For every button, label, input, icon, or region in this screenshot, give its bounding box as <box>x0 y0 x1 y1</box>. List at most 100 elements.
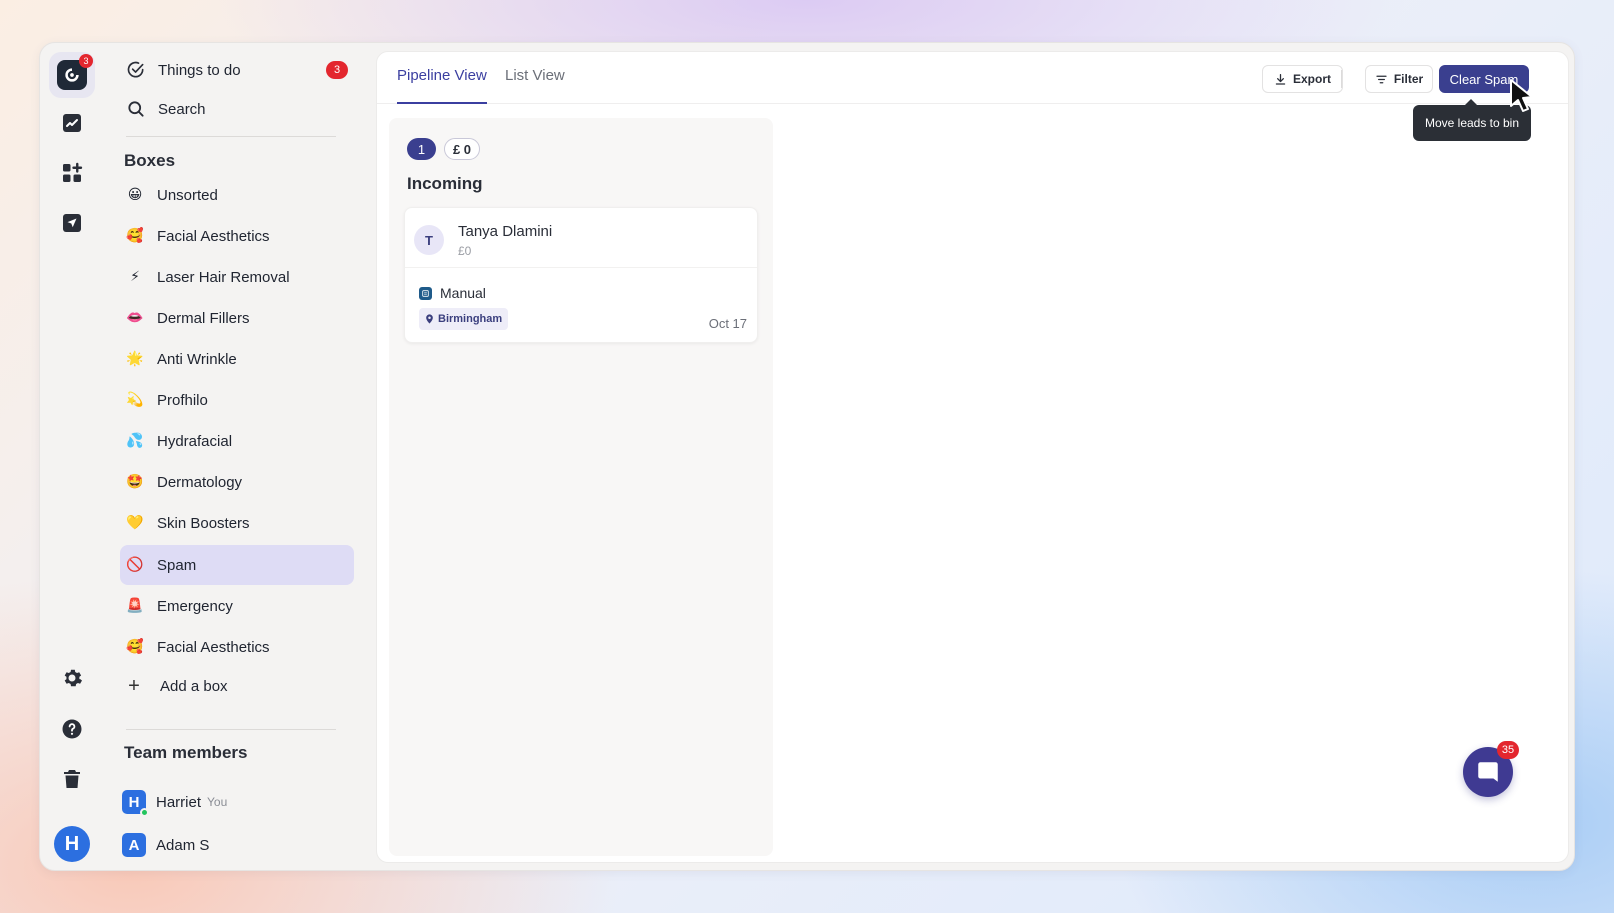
prohibited-icon: 🚫 <box>126 557 144 573</box>
todo-count-badge: 3 <box>326 61 348 79</box>
boxes-title: Boxes <box>124 151 176 170</box>
sidebar: Things to do 3 Search Boxes 😀 Unsorted 🥰… <box>116 43 392 870</box>
analytics-button[interactable] <box>49 100 95 146</box>
app-logo-icon: 3 <box>57 54 93 90</box>
chat-bubble-icon <box>1478 762 1498 782</box>
box-item-anti-wrinkle[interactable]: 🌟 Anti Wrinkle <box>120 339 354 379</box>
filter-button[interactable]: Filter <box>1365 65 1433 93</box>
box-label: Anti Wrinkle <box>157 350 237 368</box>
team-member-harriet[interactable]: H Harriet You <box>122 788 228 817</box>
things-to-do-label: Things to do <box>158 61 241 79</box>
chart-icon <box>63 114 81 132</box>
logo-badge: 3 <box>79 54 93 68</box>
check-circle-icon <box>127 61 144 78</box>
trash-icon <box>64 770 80 788</box>
team-members-title: Team members <box>124 743 248 762</box>
box-item-emergency[interactable]: 🚨 Emergency <box>120 586 354 626</box>
search-icon <box>128 101 144 117</box>
lead-source: Manual <box>419 285 486 301</box>
add-box-button[interactable]: + Add a box <box>124 671 228 701</box>
lead-card[interactable]: T Tanya Dlamini £0 Manual Birmingham Oct… <box>404 207 758 343</box>
filter-label: Filter <box>1393 72 1424 86</box>
box-item-dermal-fillers[interactable]: 👄 Dermal Fillers <box>120 298 354 338</box>
apps-icon <box>63 162 83 182</box>
box-label: Dermatology <box>157 473 243 491</box>
lead-date: Oct 17 <box>708 316 747 331</box>
search-link[interactable]: Search <box>126 92 348 126</box>
dizzy-icon: 💫 <box>126 392 144 408</box>
plus-icon: + <box>128 674 140 697</box>
team-member-adam[interactable]: A Adam S <box>122 831 209 859</box>
add-box-label: Add a box <box>160 677 228 695</box>
box-item-laser-hair-removal[interactable]: ⚡ Laser Hair Removal <box>120 257 354 297</box>
app-logo-button[interactable]: 3 <box>49 52 95 98</box>
help-icon <box>62 719 82 739</box>
export-button[interactable]: Export <box>1262 65 1343 93</box>
lips-icon: 👄 <box>126 310 144 326</box>
location-pin-icon <box>426 314 433 324</box>
box-item-spam[interactable]: 🚫 Spam <box>120 545 354 585</box>
app-window: 3 H Things to do 3 Search Boxes 😀 Unsort… <box>39 42 1575 871</box>
box-item-facial-aesthetics[interactable]: 🥰 Facial Aesthetics <box>120 216 354 256</box>
member-name: Adam S <box>156 836 210 854</box>
sidebar-divider <box>126 136 336 137</box>
lead-avatar: T <box>414 225 444 255</box>
smiling-hearts-icon: 🥰 <box>126 639 144 655</box>
box-label: Profhilo <box>157 391 208 409</box>
location-label: Birmingham <box>438 313 503 325</box>
main-panel: Pipeline View List View Export Filter Cl… <box>376 51 1569 863</box>
export-label: Export <box>1292 72 1331 86</box>
member-initial: H <box>128 793 140 811</box>
member-avatar: A <box>122 833 146 857</box>
tab-list-view[interactable]: List View <box>505 67 565 104</box>
member-avatar: H <box>122 790 149 817</box>
search-label: Search <box>158 100 206 118</box>
box-label: Unsorted <box>157 186 218 204</box>
star-struck-icon: 🤩 <box>126 474 144 490</box>
droplets-icon: 💦 <box>126 433 144 449</box>
lead-source-label: Manual <box>440 285 486 301</box>
grinning-face-icon: 😀 <box>127 187 143 203</box>
lead-name: Tanya Dlamini <box>458 223 553 240</box>
column-amount-badge: £ 0 <box>444 138 480 160</box>
card-divider <box>405 267 757 268</box>
member-name: Harriet <box>156 793 202 811</box>
yellow-heart-icon: 💛 <box>126 515 144 531</box>
campaigns-button[interactable] <box>49 200 95 246</box>
chat-unread-badge: 35 <box>1497 741 1519 759</box>
download-icon <box>1275 73 1286 85</box>
box-item-facial-aesthetics-2[interactable]: 🥰 Facial Aesthetics <box>120 627 354 667</box>
lead-value: £0 <box>458 244 472 258</box>
tab-pipeline-view[interactable]: Pipeline View <box>397 67 487 104</box>
box-item-hydrafacial[interactable]: 💦 Hydrafacial <box>120 421 354 461</box>
apps-button[interactable] <box>49 150 95 196</box>
box-item-profhilo[interactable]: 💫 Profhilo <box>120 380 354 420</box>
member-initial: A <box>128 836 140 854</box>
help-button[interactable] <box>49 706 95 752</box>
box-label: Spam <box>157 556 197 574</box>
box-label: Hydrafacial <box>157 432 233 450</box>
box-item-dermatology[interactable]: 🤩 Dermatology <box>120 462 354 502</box>
gear-icon <box>64 669 82 687</box>
sidebar-divider <box>126 729 336 730</box>
manual-source-icon <box>419 286 432 300</box>
box-label: Skin Boosters <box>157 514 250 532</box>
send-icon <box>63 214 81 232</box>
glowing-star-icon: 🌟 <box>126 351 144 367</box>
box-label: Facial Aesthetics <box>157 227 270 245</box>
filter-icon <box>1376 75 1387 83</box>
box-item-skin-boosters[interactable]: 💛 Skin Boosters <box>120 503 354 543</box>
view-toolbar: Pipeline View List View Export Filter Cl… <box>377 52 1568 104</box>
lightning-icon: ⚡ <box>130 269 140 285</box>
you-tag: You <box>207 795 228 809</box>
icon-rail: 3 H <box>40 43 104 870</box>
box-item-unsorted[interactable]: 😀 Unsorted <box>120 175 354 215</box>
toolbar-separator <box>1341 70 1342 88</box>
settings-button[interactable] <box>49 655 95 701</box>
box-label: Laser Hair Removal <box>157 268 290 286</box>
things-to-do-link[interactable]: Things to do 3 <box>126 53 348 87</box>
siren-icon: 🚨 <box>126 598 144 614</box>
trash-button[interactable] <box>49 756 95 802</box>
user-avatar[interactable]: H <box>54 826 90 862</box>
box-label: Facial Aesthetics <box>157 638 270 656</box>
